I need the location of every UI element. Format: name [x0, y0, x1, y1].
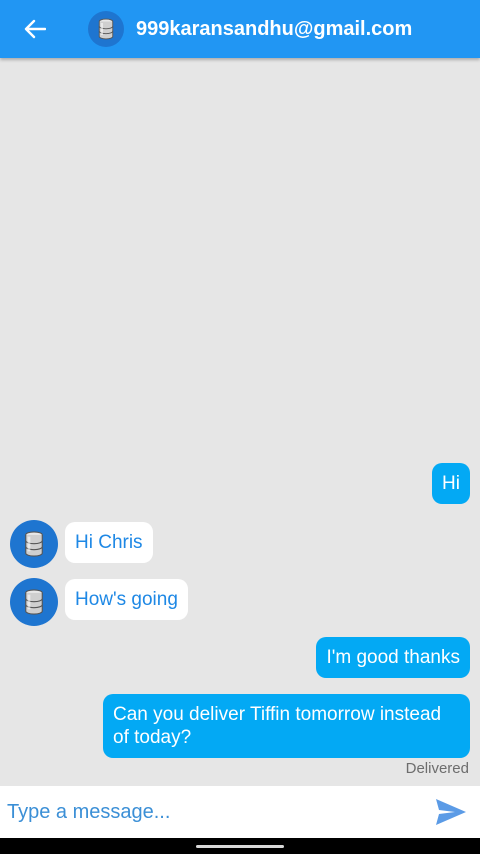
message-incoming[interactable]: Hi Chris — [65, 522, 153, 563]
message-composer — [0, 786, 480, 838]
message-outgoing[interactable]: I'm good thanks — [316, 637, 470, 678]
server-database-icon — [97, 17, 115, 41]
sender-avatar — [10, 578, 58, 626]
message-outgoing[interactable]: Can you deliver Tiffin tomorrow instead … — [103, 694, 470, 758]
message-text: Hi — [442, 473, 460, 494]
home-indicator[interactable] — [196, 845, 284, 848]
message-outgoing[interactable]: Hi — [432, 463, 470, 504]
chat-messages[interactable]: Hi Hi Chris How's going I'm good thanks … — [0, 58, 480, 786]
delivery-status: Delivered — [405, 760, 469, 777]
back-button[interactable] — [0, 0, 70, 58]
message-text: How's going — [75, 589, 178, 610]
server-database-icon — [23, 530, 45, 558]
contact-avatar[interactable] — [88, 11, 124, 47]
message-text: Can you deliver Tiffin tomorrow instead … — [113, 704, 442, 748]
message-text: Hi Chris — [75, 532, 143, 553]
sender-avatar — [10, 520, 58, 568]
app-bar: 999karansandhu@gmail.com — [0, 0, 480, 58]
send-button[interactable] — [435, 798, 467, 826]
server-database-icon — [23, 588, 45, 616]
contact-title: 999karansandhu@gmail.com — [136, 17, 413, 40]
send-icon — [436, 799, 466, 825]
system-nav-bar — [0, 838, 480, 854]
message-text: I'm good thanks — [326, 647, 460, 668]
arrow-left-icon — [24, 19, 46, 39]
message-input[interactable] — [0, 786, 410, 838]
message-incoming[interactable]: How's going — [65, 579, 188, 620]
